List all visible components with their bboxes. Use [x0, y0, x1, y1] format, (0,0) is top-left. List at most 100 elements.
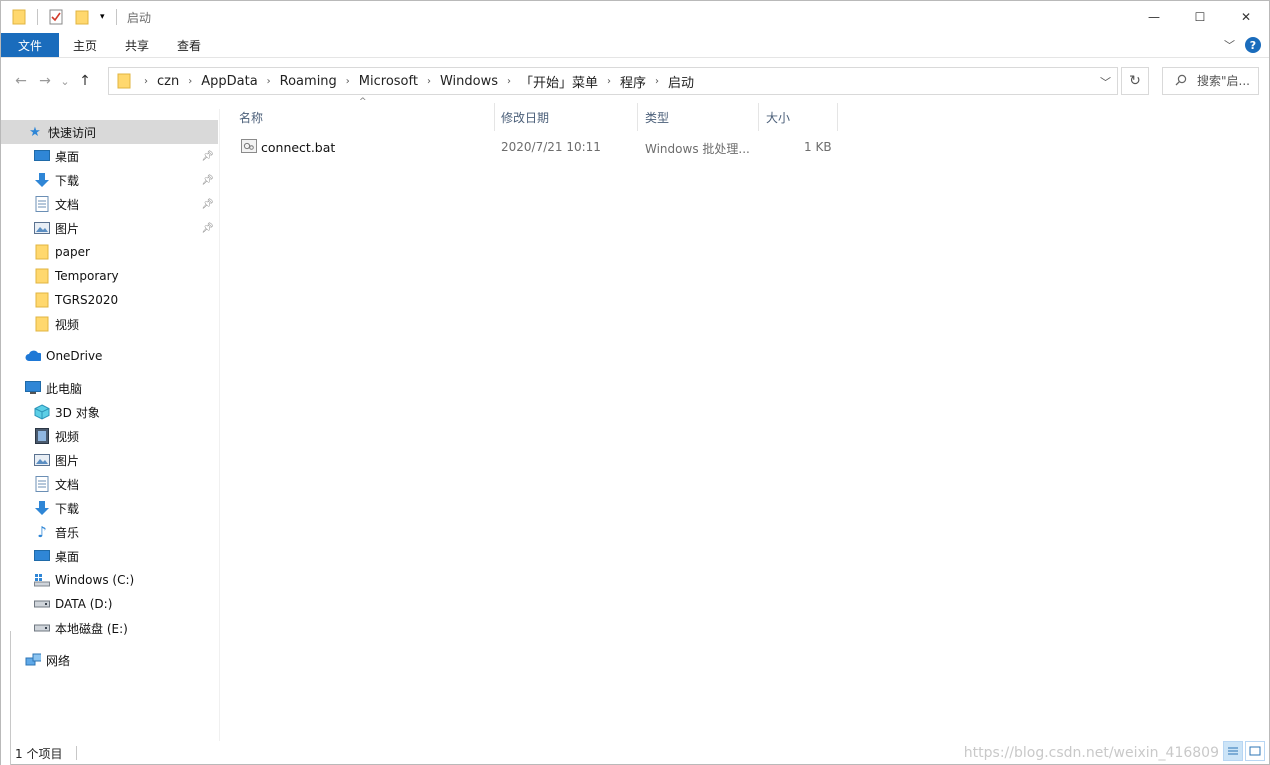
batch-file-icon — [241, 138, 257, 157]
sidebar-item-drive-e[interactable]: 本地磁盘 (E:) — [1, 616, 218, 640]
folder-icon — [34, 244, 50, 260]
sidebar-item-label: paper — [55, 245, 90, 259]
sidebar-item-label: 桌面 — [55, 149, 80, 164]
details-view-icon[interactable] — [1223, 741, 1243, 761]
recent-locations-button[interactable]: ⌄ — [57, 67, 73, 95]
column-header-name[interactable]: 名称 ^ — [231, 97, 495, 131]
tab-view[interactable]: 查看 — [163, 33, 215, 57]
customize-qat-icon[interactable]: ▾ — [100, 12, 110, 22]
sidebar-item-pictures[interactable]: 图片 📌︎ — [1, 216, 218, 240]
sidebar-item-videos-quick[interactable]: 视频 — [1, 312, 218, 336]
breadcrumb-item[interactable]: Roaming — [280, 74, 337, 89]
back-button[interactable]: ← — [9, 67, 33, 95]
sidebar-item-temporary[interactable]: Temporary — [1, 264, 218, 288]
column-header-modified[interactable]: 修改日期 — [493, 103, 638, 131]
breadcrumb-item[interactable]: AppData — [201, 74, 257, 89]
properties-icon[interactable] — [48, 9, 64, 25]
sidebar-item-documents-pc[interactable]: 文档 — [1, 472, 218, 496]
ribbon-right: ﹀ ? — [1224, 33, 1269, 57]
chevron-down-icon[interactable]: ﹀ — [1100, 74, 1111, 90]
chevron-right-icon[interactable]: › — [267, 76, 271, 87]
sidebar-item-label: OneDrive — [46, 349, 103, 363]
sidebar-item-label: Windows (C:) — [55, 573, 135, 587]
chevron-right-icon[interactable]: › — [427, 76, 431, 87]
sidebar-item-tgrs2020[interactable]: TGRS2020 — [1, 288, 218, 312]
sidebar-item-desktop-pc[interactable]: 桌面 — [1, 544, 218, 568]
maximize-button[interactable]: ☐ — [1177, 1, 1223, 33]
file-size: 1 KB — [804, 140, 832, 154]
sidebar-item-label: 文档 — [55, 477, 80, 492]
address-bar[interactable]: › czn › AppData › Roaming › Microsoft › … — [108, 67, 1118, 95]
tab-file[interactable]: 文件 — [1, 33, 59, 57]
new-folder-icon[interactable] — [74, 9, 90, 25]
sidebar-item-drive-d[interactable]: DATA (D:) — [1, 592, 218, 616]
3d-objects-icon — [34, 404, 50, 420]
folder-icon — [11, 9, 27, 25]
file-name[interactable]: connect.bat — [261, 140, 335, 155]
sidebar-item-music[interactable]: ♪ 音乐 — [1, 520, 218, 544]
column-header-type[interactable]: 类型 — [637, 103, 759, 131]
sidebar-item-network[interactable]: 网络 — [1, 648, 218, 672]
chevron-right-icon[interactable]: › — [507, 76, 511, 87]
chevron-right-icon[interactable]: › — [346, 76, 350, 87]
view-switcher — [1221, 741, 1265, 761]
tab-share[interactable]: 共享 — [111, 33, 163, 57]
chevron-right-icon[interactable]: › — [188, 76, 192, 87]
large-icons-view-icon[interactable] — [1245, 741, 1265, 761]
forward-button[interactable]: → — [33, 67, 57, 95]
breadcrumb: › czn › AppData › Roaming › Microsoft › … — [135, 72, 694, 91]
pin-icon[interactable]: 📌︎ — [201, 223, 214, 234]
sidebar-item-label: 下载 — [55, 501, 80, 516]
pin-icon[interactable]: 📌︎ — [201, 199, 214, 210]
close-button[interactable]: ✕ — [1223, 1, 1269, 33]
breadcrumb-item[interactable]: czn — [157, 74, 179, 89]
sidebar-item-videos[interactable]: 视频 — [1, 424, 218, 448]
breadcrumb-item[interactable]: 程序 — [620, 72, 646, 91]
minimize-button[interactable]: — — [1131, 1, 1177, 33]
file-list: 名称 ^ 修改日期 类型 大小 connect.bat 2020/7/21 10… — [231, 97, 1261, 743]
tab-home[interactable]: 主页 — [59, 33, 111, 57]
breadcrumb-item[interactable]: Windows — [440, 74, 498, 89]
divider — [37, 9, 38, 25]
breadcrumb-item[interactable]: 「开始」菜单 — [520, 72, 598, 91]
help-icon[interactable]: ? — [1245, 37, 1261, 53]
pin-icon[interactable]: 📌︎ — [201, 175, 214, 186]
pin-icon[interactable]: 📌︎ — [201, 151, 214, 162]
sidebar-item-label: 网络 — [46, 653, 71, 668]
sidebar-item-drive-c[interactable]: Windows (C:) — [1, 568, 218, 592]
search-box[interactable] — [1162, 67, 1259, 95]
chevron-right-icon[interactable]: › — [144, 76, 148, 87]
navigation-bar: ← → ⌄ ↑ › czn › AppData › Roaming › Micr… — [1, 65, 1269, 97]
title-bar: ▾ 启动 — ☐ ✕ — [1, 1, 1269, 33]
sidebar-item-label: 文档 — [55, 197, 80, 212]
sidebar-item-pictures-pc[interactable]: 图片 — [1, 448, 218, 472]
sidebar-item-downloads[interactable]: 下载 📌︎ — [1, 168, 218, 192]
column-header-size[interactable]: 大小 — [758, 103, 838, 131]
refresh-button[interactable]: ↻ — [1121, 67, 1149, 95]
network-icon — [25, 652, 41, 668]
sidebar-item-onedrive[interactable]: OneDrive — [1, 344, 218, 368]
quick-access-toolbar: ▾ 启动 — [1, 1, 151, 33]
drive-icon — [34, 620, 50, 636]
sidebar-item-quick-access[interactable]: ★ 快速访问 — [1, 120, 218, 144]
sidebar-item-desktop[interactable]: 桌面 📌︎ — [1, 144, 218, 168]
expand-ribbon-icon[interactable]: ﹀ — [1224, 37, 1235, 53]
sidebar-item-paper[interactable]: paper — [1, 240, 218, 264]
search-input[interactable] — [1197, 74, 1257, 88]
desktop-icon — [34, 148, 50, 164]
column-header-label: 名称 — [239, 110, 264, 125]
folder-icon — [34, 292, 50, 308]
chevron-right-icon[interactable]: › — [607, 76, 611, 87]
table-row[interactable]: connect.bat 2020/7/21 10:11 Windows 批处理.… — [231, 135, 841, 159]
column-header-label: 类型 — [645, 110, 670, 125]
sidebar-item-this-pc[interactable]: 此电脑 — [1, 376, 218, 400]
sidebar-item-3d-objects[interactable]: 3D 对象 — [1, 400, 218, 424]
navigation-pane: ★ 快速访问 桌面 📌︎ 下载 📌︎ 文档 📌︎ 图片 📌︎ paper Tem… — [1, 109, 220, 741]
breadcrumb-item[interactable]: Microsoft — [359, 74, 418, 89]
sidebar-item-downloads-pc[interactable]: 下载 — [1, 496, 218, 520]
folder-icon — [34, 268, 50, 284]
breadcrumb-item[interactable]: 启动 — [668, 72, 694, 91]
sidebar-item-documents[interactable]: 文档 📌︎ — [1, 192, 218, 216]
up-button[interactable]: ↑ — [73, 67, 97, 95]
chevron-right-icon[interactable]: › — [655, 76, 659, 87]
